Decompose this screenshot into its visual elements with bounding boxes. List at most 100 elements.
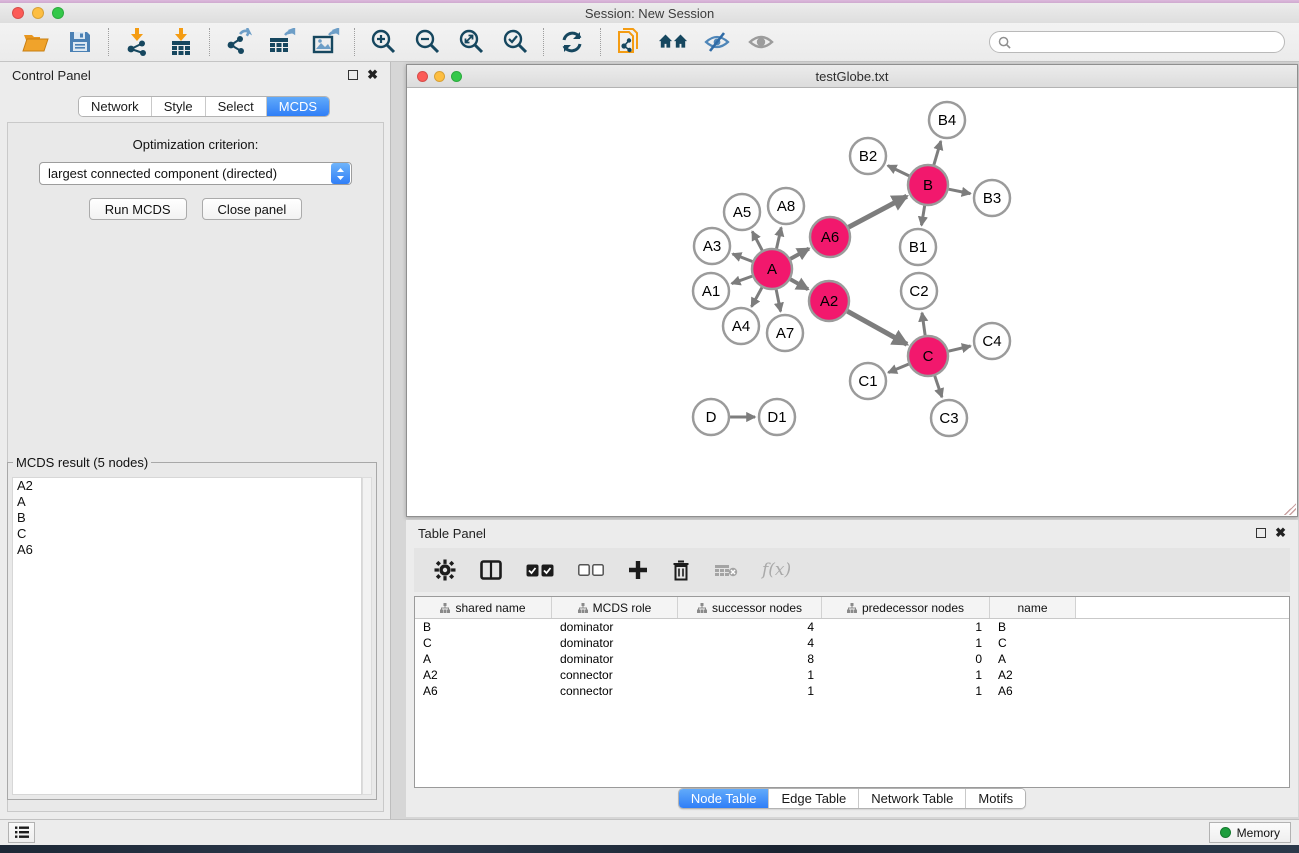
save-session-icon[interactable] bbox=[65, 27, 95, 57]
clear-checkboxes-icon[interactable] bbox=[578, 564, 604, 576]
column-header-shared-name[interactable]: shared name bbox=[415, 597, 552, 618]
close-panel-icon[interactable]: ✖ bbox=[1275, 528, 1286, 538]
new-session-from-network-icon[interactable] bbox=[614, 27, 644, 57]
node-C1[interactable]: C1 bbox=[850, 363, 886, 399]
node-A1[interactable]: A1 bbox=[693, 273, 729, 309]
tab-select[interactable]: Select bbox=[206, 97, 267, 116]
node-A4[interactable]: A4 bbox=[723, 308, 759, 344]
table-row[interactable]: A6connector11A6 bbox=[415, 683, 1289, 699]
network-graph[interactable]: B4B2BB3A8A5A6A3B1AA1C2A2A4A7C4CC1DD1C3 bbox=[407, 88, 1297, 516]
tab-style[interactable]: Style bbox=[152, 97, 206, 116]
table-cell[interactable]: connector bbox=[552, 667, 678, 683]
node-A2[interactable]: A2 bbox=[809, 281, 849, 321]
table-cell[interactable]: 1 bbox=[822, 683, 990, 699]
mcds-result-item[interactable]: A2 bbox=[13, 478, 361, 494]
table-cell[interactable]: C bbox=[415, 635, 552, 651]
search-input[interactable] bbox=[1016, 35, 1276, 49]
table-cell[interactable]: dominator bbox=[552, 635, 678, 651]
table-cell[interactable]: B bbox=[990, 619, 1076, 635]
node-D[interactable]: D bbox=[693, 399, 729, 435]
node-A5[interactable]: A5 bbox=[724, 194, 760, 230]
export-image-icon[interactable] bbox=[311, 27, 341, 57]
tab-mcds[interactable]: MCDS bbox=[267, 97, 329, 116]
table-cell[interactable]: 1 bbox=[822, 667, 990, 683]
search-field[interactable] bbox=[989, 31, 1285, 53]
mcds-result-list[interactable]: A2ABCA6 bbox=[12, 477, 362, 795]
node-B4[interactable]: B4 bbox=[929, 102, 965, 138]
zoom-in-icon[interactable] bbox=[368, 27, 398, 57]
node-C4[interactable]: C4 bbox=[974, 323, 1010, 359]
gear-icon[interactable] bbox=[434, 559, 456, 581]
edge-A-A1[interactable] bbox=[732, 276, 753, 283]
table-cell[interactable]: 4 bbox=[678, 619, 822, 635]
column-header-name[interactable]: name bbox=[990, 597, 1076, 618]
delete-table-icon[interactable] bbox=[714, 562, 738, 578]
split-columns-icon[interactable] bbox=[480, 560, 502, 580]
open-file-icon[interactable] bbox=[21, 27, 51, 57]
edge-A-A3[interactable] bbox=[733, 254, 753, 262]
node-C2[interactable]: C2 bbox=[901, 273, 937, 309]
node-B1[interactable]: B1 bbox=[900, 229, 936, 265]
node-D1[interactable]: D1 bbox=[759, 399, 795, 435]
table-cell[interactable]: 1 bbox=[678, 667, 822, 683]
mcds-result-item[interactable]: A6 bbox=[13, 542, 361, 558]
run-mcds-button[interactable]: Run MCDS bbox=[89, 198, 187, 220]
table-cell[interactable]: A2 bbox=[990, 667, 1076, 683]
edge-A-A6[interactable] bbox=[790, 249, 809, 259]
column-header-successor-nodes[interactable]: successor nodes bbox=[678, 597, 822, 618]
edge-A-A4[interactable] bbox=[752, 287, 762, 306]
function-builder-icon[interactable]: f(x) bbox=[762, 560, 791, 580]
mcds-list-scrollbar[interactable] bbox=[362, 477, 372, 795]
refresh-icon[interactable] bbox=[557, 27, 587, 57]
delete-column-icon[interactable] bbox=[672, 560, 690, 581]
node-B2[interactable]: B2 bbox=[850, 138, 886, 174]
edge-A-A2[interactable] bbox=[790, 279, 808, 289]
node-A7[interactable]: A7 bbox=[767, 315, 803, 351]
tab-node-table[interactable]: Node Table bbox=[679, 789, 770, 808]
tab-motifs[interactable]: Motifs bbox=[966, 789, 1025, 808]
edge-A-A8[interactable] bbox=[777, 227, 782, 248]
tab-network[interactable]: Network bbox=[79, 97, 152, 116]
edge-B-B1[interactable] bbox=[922, 206, 925, 226]
task-history-button[interactable] bbox=[8, 822, 35, 843]
edge-B-B4[interactable] bbox=[934, 141, 941, 165]
node-C[interactable]: C bbox=[908, 336, 948, 376]
table-row[interactable]: Bdominator41B bbox=[415, 619, 1289, 635]
export-network-icon[interactable] bbox=[223, 27, 253, 57]
close-panel-icon[interactable]: ✖ bbox=[367, 70, 378, 80]
add-column-icon[interactable] bbox=[628, 560, 648, 580]
table-cell[interactable]: connector bbox=[552, 683, 678, 699]
edge-A-A5[interactable] bbox=[752, 231, 762, 250]
table-cell[interactable]: 8 bbox=[678, 651, 822, 667]
zoom-out-icon[interactable] bbox=[412, 27, 442, 57]
hide-unhide-icon[interactable] bbox=[702, 27, 732, 57]
edge-A6-B[interactable] bbox=[849, 196, 907, 227]
edge-A-A7[interactable] bbox=[776, 290, 780, 312]
table-row[interactable]: A2connector11A2 bbox=[415, 667, 1289, 683]
table-cell[interactable]: B bbox=[415, 619, 552, 635]
home-networks-icon[interactable] bbox=[658, 27, 688, 57]
edge-C-C4[interactable] bbox=[948, 346, 970, 351]
edge-B-B2[interactable] bbox=[888, 166, 909, 176]
mcds-result-item[interactable]: B bbox=[13, 510, 361, 526]
tab-edge-table[interactable]: Edge Table bbox=[769, 789, 859, 808]
table-cell[interactable]: dominator bbox=[552, 619, 678, 635]
tab-network-table[interactable]: Network Table bbox=[859, 789, 966, 808]
table-cell[interactable]: 1 bbox=[822, 619, 990, 635]
table-row[interactable]: Adominator80A bbox=[415, 651, 1289, 667]
export-table-icon[interactable] bbox=[267, 27, 297, 57]
node-B3[interactable]: B3 bbox=[974, 180, 1010, 216]
mcds-result-item[interactable]: C bbox=[13, 526, 361, 542]
criterion-dropdown[interactable]: largest connected component (directed) bbox=[39, 162, 352, 185]
table-cell[interactable]: dominator bbox=[552, 651, 678, 667]
node-A3[interactable]: A3 bbox=[694, 228, 730, 264]
edge-C-C2[interactable] bbox=[922, 313, 925, 335]
network-canvas[interactable]: B4B2BB3A8A5A6A3B1AA1C2A2A4A7C4CC1DD1C3 bbox=[407, 88, 1297, 516]
float-panel-icon[interactable] bbox=[1256, 528, 1266, 538]
column-header-MCDS-role[interactable]: MCDS role bbox=[552, 597, 678, 618]
node-B[interactable]: B bbox=[908, 165, 948, 205]
table-cell[interactable]: A bbox=[415, 651, 552, 667]
table-row[interactable]: Cdominator41C bbox=[415, 635, 1289, 651]
table-cell[interactable]: C bbox=[990, 635, 1076, 651]
edge-C-C3[interactable] bbox=[935, 376, 942, 397]
